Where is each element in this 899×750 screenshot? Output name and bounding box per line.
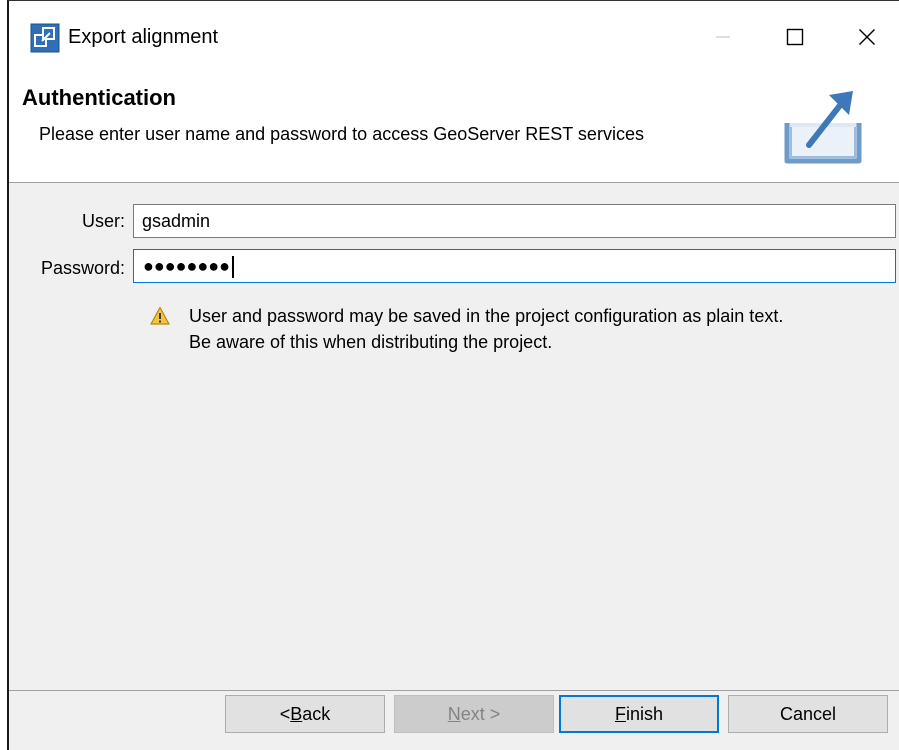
back-button[interactable]: < Back bbox=[225, 695, 385, 733]
window-title: Export alignment bbox=[68, 26, 219, 48]
export-alignment-icon bbox=[30, 23, 60, 53]
warning-line-2: Be aware of this when distributing the p… bbox=[189, 332, 553, 352]
close-button[interactable] bbox=[837, 13, 897, 61]
warning-icon bbox=[150, 306, 170, 325]
maximize-button[interactable] bbox=[765, 13, 825, 61]
next-mnemonic: N bbox=[447, 703, 461, 724]
wizard-banner: Authentication Please enter user name an… bbox=[9, 71, 899, 183]
page-title: Authentication bbox=[22, 85, 176, 110]
password-mask: ●●●●●●●● bbox=[143, 250, 234, 282]
text-caret bbox=[231, 256, 234, 279]
back-prefix: < bbox=[279, 703, 291, 724]
cancel-button[interactable]: Cancel bbox=[728, 695, 888, 733]
close-icon bbox=[859, 29, 875, 45]
title-bar: Export alignment bbox=[9, 1, 899, 71]
minimize-button[interactable] bbox=[693, 13, 753, 61]
maximize-icon bbox=[786, 28, 804, 46]
page-description: Please enter user name and password to a… bbox=[39, 124, 644, 144]
export-arrow-icon bbox=[784, 91, 862, 164]
finish-rest: inish bbox=[625, 703, 664, 724]
finish-mnemonic: F bbox=[614, 703, 626, 724]
next-button[interactable]: Next > bbox=[394, 695, 554, 733]
export-alignment-dialog: Export alignment Authentication Please e… bbox=[7, 0, 899, 750]
back-mnemonic: B bbox=[290, 703, 303, 724]
warning-line-1: User and password may be saved in the pr… bbox=[189, 306, 784, 326]
finish-button[interactable]: Finish bbox=[559, 695, 719, 733]
warning-message: User and password may be saved in the pr… bbox=[189, 303, 889, 355]
password-label: Password: bbox=[40, 258, 125, 278]
minimize-icon bbox=[716, 36, 730, 38]
password-input[interactable]: ●●●●●●●● bbox=[133, 249, 896, 283]
user-input[interactable] bbox=[133, 204, 896, 238]
back-rest: ack bbox=[302, 703, 331, 724]
next-rest: ext > bbox=[460, 703, 501, 724]
user-label: User: bbox=[81, 211, 125, 231]
button-bar-separator bbox=[9, 690, 899, 691]
